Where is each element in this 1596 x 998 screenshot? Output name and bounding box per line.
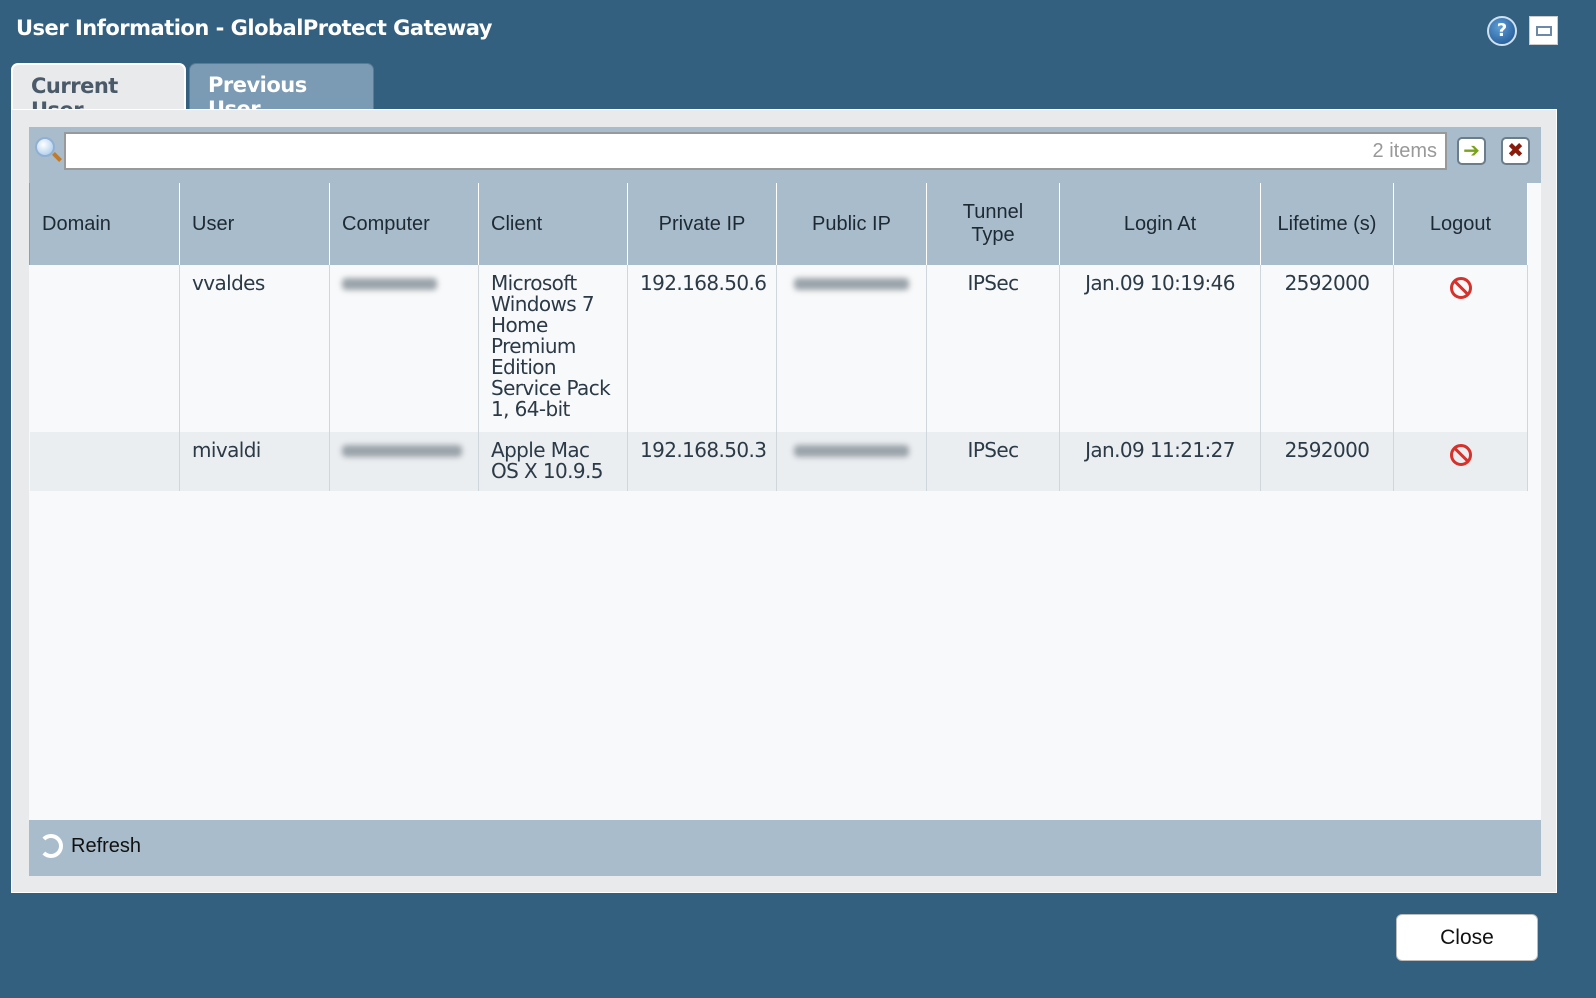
tab-panel: 2 items ➔ ✖ Domain User Computer Client …: [11, 109, 1557, 893]
column-header-public-ip[interactable]: Public IP: [776, 183, 927, 265]
column-header-logout[interactable]: Logout: [1393, 183, 1528, 265]
clear-filter-button[interactable]: ✖: [1501, 137, 1530, 165]
filter-input[interactable]: 2 items: [64, 132, 1447, 170]
refresh-icon: [39, 834, 63, 858]
apply-filter-button[interactable]: ➔: [1457, 137, 1486, 165]
table-footer: Refresh: [29, 820, 1541, 876]
cell-client: Microsoft Windows 7 Home Premium Edition…: [478, 265, 628, 432]
cell-private-ip: 192.168.50.3: [627, 432, 777, 491]
cell-private-ip: 192.168.50.6: [627, 265, 777, 432]
cell-domain: [29, 432, 180, 491]
column-header-lifetime[interactable]: Lifetime (s): [1260, 183, 1394, 265]
arrow-right-icon: ➔: [1463, 138, 1480, 162]
column-header-client[interactable]: Client: [478, 183, 628, 265]
users-table: Domain User Computer Client Private IP P…: [29, 183, 1541, 820]
column-header-tunnel-type[interactable]: Tunnel Type: [926, 183, 1060, 265]
refresh-label: Refresh: [71, 834, 142, 857]
column-header-private-ip[interactable]: Private IP: [627, 183, 777, 265]
cell-lifetime: 2592000: [1260, 265, 1394, 432]
cell-tunnel-type: IPSec: [926, 432, 1060, 491]
cell-logout: [1393, 265, 1528, 432]
search-icon: [35, 137, 55, 157]
column-header-domain[interactable]: Domain: [29, 183, 180, 265]
cell-public-ip-redacted: [776, 432, 927, 491]
cell-client: Apple Mac OS X 10.9.5: [478, 432, 628, 491]
cell-lifetime: 2592000: [1260, 432, 1394, 491]
close-icon: ✖: [1507, 138, 1524, 162]
logout-icon[interactable]: [1449, 444, 1472, 466]
item-count: 2 items: [1372, 140, 1437, 162]
cell-domain: [29, 265, 180, 432]
filter-toolbar: 2 items ➔ ✖: [29, 127, 1541, 183]
column-header-user[interactable]: User: [179, 183, 330, 265]
close-button[interactable]: Close: [1396, 914, 1538, 961]
minimize-icon[interactable]: [1529, 16, 1558, 45]
logout-icon[interactable]: [1449, 277, 1472, 299]
refresh-button[interactable]: Refresh: [39, 834, 141, 858]
dialog-title: User Information - GlobalProtect Gateway: [16, 16, 492, 40]
cell-logout: [1393, 432, 1528, 491]
cell-tunnel-type: IPSec: [926, 265, 1060, 432]
column-header-login-at[interactable]: Login At: [1059, 183, 1261, 265]
table-row[interactable]: vvaldes Microsoft Windows 7 Home Premium…: [29, 265, 1528, 432]
cell-computer-redacted: [329, 432, 479, 491]
help-icon[interactable]: ?: [1487, 16, 1517, 46]
cell-login-at: Jan.09 10:19:46: [1059, 265, 1261, 432]
tab-previous-user[interactable]: Previous User: [189, 63, 374, 121]
cell-login-at: Jan.09 11:21:27: [1059, 432, 1261, 491]
cell-computer-redacted: [329, 265, 479, 432]
column-header-computer[interactable]: Computer: [329, 183, 479, 265]
tab-current-user[interactable]: Current User: [11, 63, 186, 122]
cell-user: vvaldes: [179, 265, 330, 432]
table-row[interactable]: mivaldi Apple Mac OS X 10.9.5 192.168.50…: [29, 432, 1528, 491]
cell-public-ip-redacted: [776, 265, 927, 432]
cell-user: mivaldi: [179, 432, 330, 491]
